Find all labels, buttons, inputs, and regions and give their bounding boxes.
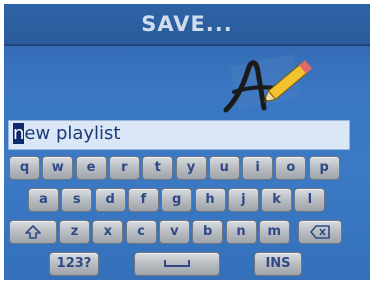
text-cursor: n xyxy=(13,123,25,144)
dialog-title: SAVE... xyxy=(141,12,233,36)
key-w[interactable]: w xyxy=(42,156,74,180)
numbers-key[interactable]: 123? xyxy=(49,252,99,276)
key-k[interactable]: k xyxy=(261,188,293,212)
key-u[interactable]: u xyxy=(208,156,240,180)
key-h[interactable]: h xyxy=(194,188,226,212)
key-i[interactable]: i xyxy=(242,156,274,180)
key-s[interactable]: s xyxy=(61,188,93,212)
input-text-rest: ew playlist xyxy=(24,123,121,144)
key-d[interactable]: d xyxy=(94,188,126,212)
pencil-writing-icon xyxy=(223,53,313,113)
key-j[interactable]: j xyxy=(227,188,259,212)
key-m[interactable]: m xyxy=(258,220,290,244)
key-p[interactable]: p xyxy=(308,156,340,180)
key-o[interactable]: o xyxy=(275,156,307,180)
key-c[interactable]: c xyxy=(125,220,157,244)
backspace-icon xyxy=(310,225,330,239)
key-b[interactable]: b xyxy=(192,220,224,244)
key-x[interactable]: x xyxy=(92,220,124,244)
save-dialog: SAVE... new playlist qwertyuiopasdfghjkl… xyxy=(4,4,370,280)
space-bar-icon xyxy=(164,260,190,267)
key-e[interactable]: e xyxy=(75,156,107,180)
key-f[interactable]: f xyxy=(127,188,159,212)
key-g[interactable]: g xyxy=(161,188,193,212)
space-key[interactable] xyxy=(134,252,220,276)
key-q[interactable]: q xyxy=(9,156,40,180)
playlist-name-input[interactable]: new playlist xyxy=(8,120,350,150)
key-t[interactable]: t xyxy=(142,156,174,180)
backspace-key[interactable] xyxy=(298,220,342,244)
key-n[interactable]: n xyxy=(225,220,257,244)
key-z[interactable]: z xyxy=(59,220,90,244)
shift-key[interactable] xyxy=(9,220,57,244)
key-a[interactable]: a xyxy=(28,188,59,212)
key-y[interactable]: y xyxy=(175,156,207,180)
key-r[interactable]: r xyxy=(108,156,140,180)
ins-key[interactable]: INS xyxy=(254,252,302,276)
key-l[interactable]: l xyxy=(294,188,326,212)
shift-icon xyxy=(25,225,41,239)
title-bar: SAVE... xyxy=(4,4,370,46)
key-v[interactable]: v xyxy=(158,220,190,244)
input-value: new playlist xyxy=(13,123,121,144)
